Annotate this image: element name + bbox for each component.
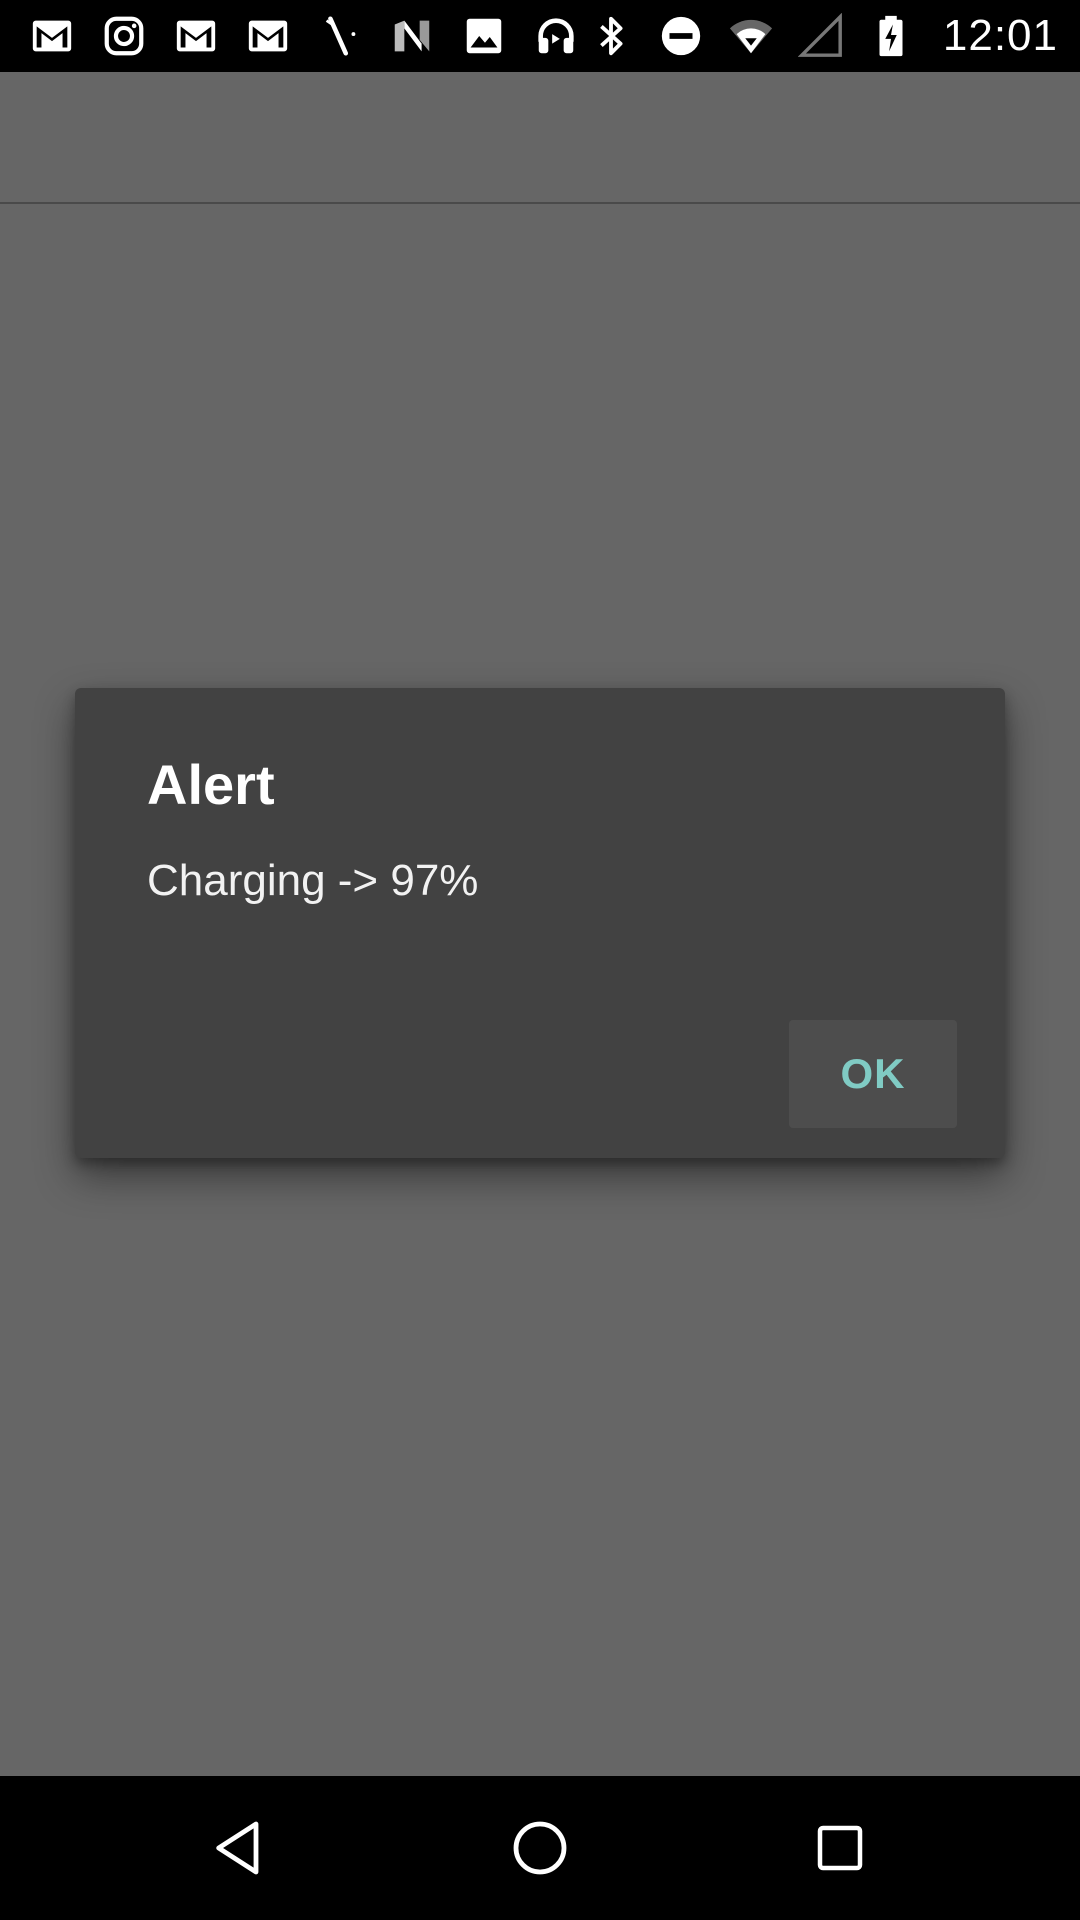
recents-button[interactable] <box>740 1776 940 1920</box>
gmail-icon <box>170 10 222 62</box>
headphones-icon <box>530 10 582 62</box>
status-bar: 12:01 <box>0 0 1080 72</box>
back-button[interactable] <box>140 1776 340 1920</box>
gmail-icon <box>242 10 294 62</box>
gmail-icon <box>26 10 78 62</box>
instagram-icon <box>98 10 150 62</box>
back-icon <box>216 1821 259 1875</box>
n-logo-icon <box>386 10 438 62</box>
alert-dialog: Alert Charging -> 97% OK <box>75 688 1005 1158</box>
navigation-bar <box>0 1776 1080 1920</box>
screen: 12:01 Alert Charging -> 97% OK <box>0 0 1080 1920</box>
do-not-disturb-icon <box>655 10 707 62</box>
recents-icon <box>817 1825 863 1871</box>
wifi-icon <box>725 10 777 62</box>
bluetooth-icon <box>585 10 637 62</box>
wand-icon <box>314 10 366 62</box>
dialog-message: Charging -> 97% <box>147 856 479 905</box>
battery-charging-icon <box>865 10 917 62</box>
app-bar <box>0 72 1080 204</box>
dialog-title: Alert <box>147 753 275 816</box>
cell-signal-icon <box>795 10 847 62</box>
notification-icons <box>26 0 582 72</box>
clock: 12:01 <box>942 11 1058 60</box>
home-icon <box>513 1821 567 1875</box>
ok-button[interactable]: OK <box>789 1020 957 1128</box>
home-button[interactable] <box>440 1776 640 1920</box>
image-icon <box>458 10 510 62</box>
system-icons: 12:01 <box>585 0 1058 72</box>
